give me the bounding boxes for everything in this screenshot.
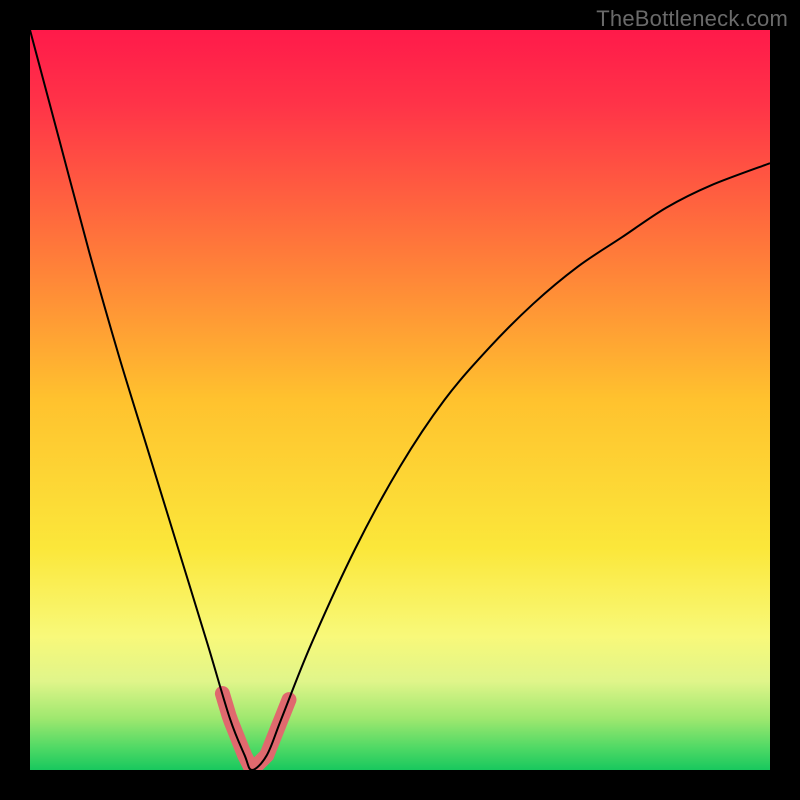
chart-background-gradient — [30, 30, 770, 770]
chart-plot-area — [30, 30, 770, 770]
chart-frame: TheBottleneck.com — [0, 0, 800, 800]
watermark-text: TheBottleneck.com — [596, 6, 788, 32]
